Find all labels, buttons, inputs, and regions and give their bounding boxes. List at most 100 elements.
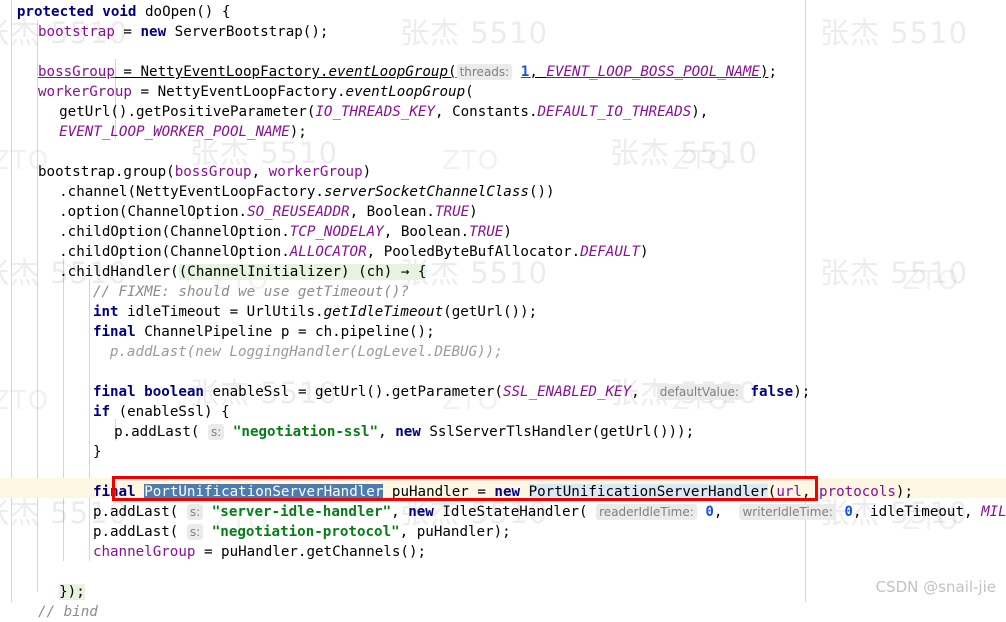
code-token: new — [140, 24, 167, 40]
code-line[interactable]: EVENT_LOOP_WORKER_POOL_NAME); — [0, 122, 1006, 142]
csdn-attribution: CSDN @snail-jie — [875, 578, 996, 596]
code-line[interactable]: // bind — [0, 602, 1006, 622]
code-token: ); — [793, 384, 811, 400]
code-line[interactable] — [0, 142, 1006, 162]
code-token: (getUrl()); — [443, 304, 538, 320]
code-token: new — [494, 484, 521, 500]
code-token: // bind — [38, 604, 98, 620]
code-line[interactable]: final boolean enableSsl = getUrl().getPa… — [0, 382, 1006, 402]
inlay-parameter-hint: defaultValue: — [656, 384, 742, 400]
code-token: new — [408, 504, 434, 520]
code-token: bossGroup — [174, 164, 252, 180]
code-line[interactable]: bossGroup = NettyEventLoopFactory.eventL… — [0, 62, 1006, 82]
code-line[interactable] — [0, 362, 1006, 382]
code-token: bootstrap.group( — [38, 164, 175, 180]
inlay-parameter-hint: writerIdleTime: — [739, 504, 836, 520]
code-token: enableSsl = getUrl().getParameter( — [203, 384, 503, 400]
code-token: TCP_NODELAY — [289, 224, 384, 240]
code-token: = puHandler.getChannels(); — [195, 544, 427, 560]
code-token: , — [529, 64, 547, 80]
code-token: getUrl().getPositiveParameter( — [59, 104, 316, 120]
code-token: doOpen — [145, 4, 197, 20]
code-editor[interactable]: 张杰 5510 张杰 5510 张杰 5510 张杰 5510 张杰 5510 … — [0, 0, 1006, 620]
code-line[interactable]: p.addLast(new LoggingHandler(LogLevel.DE… — [0, 342, 1006, 362]
code-line[interactable]: workerGroup = NettyEventLoopFactory.even… — [0, 82, 1006, 102]
code-token: }); — [59, 584, 85, 600]
code-token: ( — [448, 64, 457, 80]
code-line[interactable]: .childOption(ChannelOption.TCP_NODELAY, … — [0, 222, 1006, 242]
code-token: .childHandler( — [59, 264, 179, 280]
code-token: MILLISECONDS — [981, 504, 1006, 520]
code-token: serverSocketChannelClass — [323, 184, 529, 200]
code-token: , — [391, 504, 409, 520]
code-token: SSL_ENABLED_KEY — [502, 384, 632, 400]
code-line[interactable]: if (enableSsl) { — [0, 402, 1006, 422]
code-token: final boolean — [92, 384, 204, 400]
code-line[interactable]: .childOption(ChannelOption.ALLOCATOR, Po… — [0, 242, 1006, 262]
code-token: , — [801, 484, 820, 500]
inlay-parameter-hint: threads: — [456, 64, 513, 80]
code-line[interactable]: protected void doOpen() { — [0, 2, 1006, 22]
code-token: () { — [196, 4, 231, 20]
code-token: TRUE — [434, 204, 470, 220]
code-token: channelGroup — [92, 544, 196, 560]
code-token: EVENT_LOOP_BOSS_POOL_NAME — [546, 64, 760, 80]
code-line[interactable]: channelGroup = puHandler.getChannels(); — [0, 542, 1006, 562]
code-token: ) — [639, 244, 649, 260]
code-line[interactable]: bootstrap = new ServerBootstrap(); — [0, 22, 1006, 42]
code-token: p.addLast(new LoggingHandler(LogLevel.DE… — [109, 344, 503, 360]
code-line[interactable]: .childHandler((ChannelInitializer) (ch) … — [0, 262, 1006, 282]
code-line[interactable]: bootstrap.group(bossGroup, workerGroup) — [0, 162, 1006, 182]
code-token: eventLoopGroup — [328, 64, 449, 80]
code-token: , — [251, 164, 269, 180]
code-token: bossGroup — [38, 64, 115, 80]
code-token: int — [92, 304, 119, 320]
code-token: = NettyEventLoopFactory. — [131, 84, 346, 100]
code-token: getIdleTimeout — [323, 304, 444, 320]
code-line[interactable]: .option(ChannelOption.SO_REUSEADDR, Bool… — [0, 202, 1006, 222]
code-token: , — [378, 424, 396, 440]
code-token: workerGroup — [38, 84, 132, 100]
code-line[interactable] — [0, 42, 1006, 62]
code-token: ALLOCATOR — [289, 244, 367, 260]
code-token: ) — [503, 224, 512, 240]
code-token: ); — [895, 484, 913, 500]
code-token: } — [92, 444, 102, 460]
code-token: ) — [362, 164, 372, 180]
code-line[interactable]: int idleTimeout = UrlUtils.getIdleTimeou… — [0, 302, 1006, 322]
code-line[interactable]: } — [0, 442, 1006, 462]
code-line[interactable] — [0, 562, 1006, 582]
code-line[interactable]: p.addLast( s: "negotiation-ssl", new Ssl… — [0, 422, 1006, 442]
inlay-parameter-hint: s: — [186, 524, 204, 540]
code-token: false — [750, 384, 794, 400]
code-token: ChannelPipeline p = ch.pipeline(); — [135, 324, 435, 340]
code-line[interactable]: p.addLast( s: "server-idle-handler", new… — [0, 502, 1006, 522]
code-line[interactable]: final PortUnificationServerHandler puHan… — [0, 482, 1006, 502]
code-line[interactable]: p.addLast( s: "negotiation-protocol", pu… — [0, 522, 1006, 542]
code-token: DEFAULT — [580, 244, 640, 260]
code-token: url — [776, 484, 802, 500]
code-token: p.addLast( — [92, 524, 187, 540]
code-token: = — [114, 64, 141, 80]
code-token: ); — [289, 124, 307, 140]
code-line[interactable] — [0, 462, 1006, 482]
code-token: .option(ChannelOption. — [59, 204, 248, 220]
code-token: SO_REUSEADDR — [247, 204, 350, 220]
code-line[interactable]: final ChannelPipeline p = ch.pipeline(); — [0, 322, 1006, 342]
code-line[interactable]: getUrl().getPositiveParameter(IO_THREADS… — [0, 102, 1006, 122]
inlay-parameter-hint: s: — [208, 424, 225, 440]
code-token: , Boolean. — [383, 224, 470, 240]
code-token: bootstrap — [38, 24, 115, 40]
code-token: , Constants. — [434, 104, 538, 120]
selected-token: PortUnificationServerHandler — [144, 484, 384, 500]
code-line[interactable]: }); — [0, 582, 1006, 602]
code-token: ServerBootstrap(); — [166, 24, 329, 40]
code-line[interactable]: .channel(NettyEventLoopFactory.serverSoc… — [0, 182, 1006, 202]
code-token: final — [92, 484, 136, 500]
code-token: (enableSsl) { — [110, 404, 230, 420]
code-line[interactable]: // FIXME: should we use getTimeout()? — [0, 282, 1006, 302]
